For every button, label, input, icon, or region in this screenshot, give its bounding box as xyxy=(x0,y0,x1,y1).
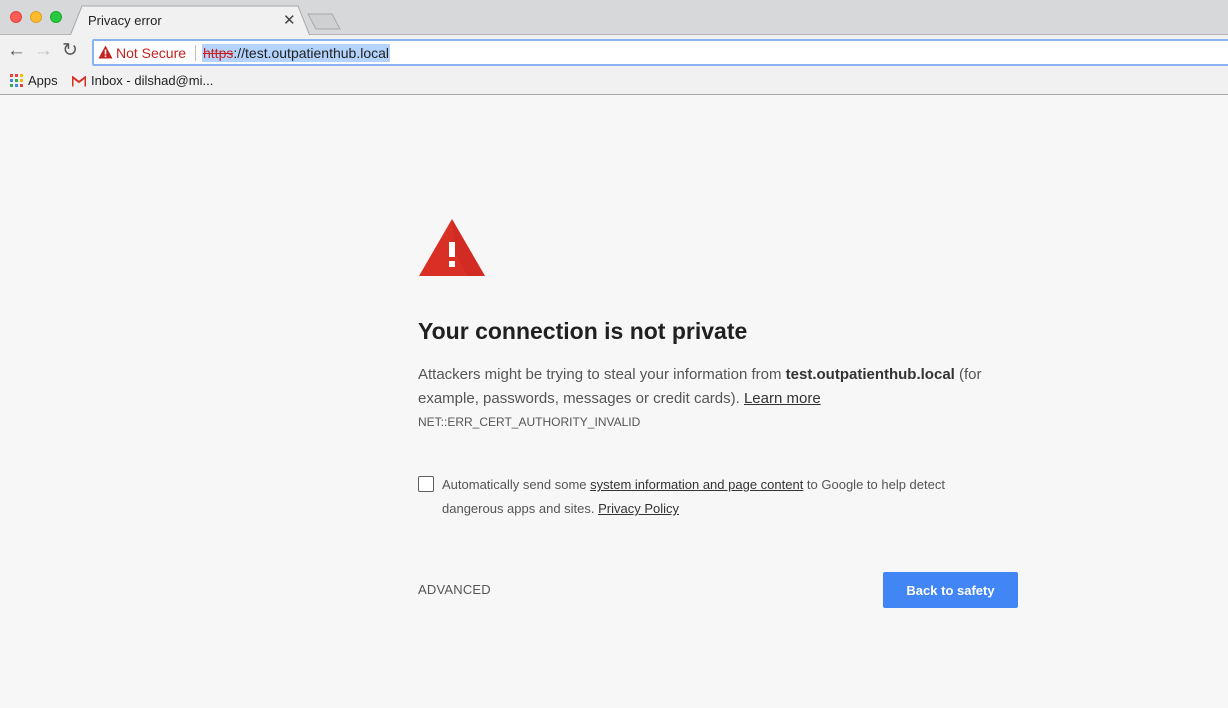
security-status[interactable]: Not Secure xyxy=(116,45,186,61)
maximize-window-button[interactable] xyxy=(50,11,62,23)
title-bar: Privacy error ✕ xyxy=(0,0,1228,36)
url-text[interactable]: https://test.outpatienthub.local xyxy=(202,44,391,62)
send-info-checkbox[interactable] xyxy=(418,476,434,492)
reload-icon[interactable]: ↻ xyxy=(62,41,78,61)
tab-title: Privacy error xyxy=(88,13,162,28)
cb-text: Automatically send some xyxy=(442,477,591,492)
divider xyxy=(195,45,196,61)
checkbox-label: Automatically send some system informati… xyxy=(442,473,1002,521)
page-title: Your connection is not private xyxy=(418,318,748,344)
error-code: NET::ERR_CERT_AUTHORITY_INVALID xyxy=(418,415,641,429)
warning-triangle-icon[interactable] xyxy=(98,45,113,59)
description: Attackers might be trying to steal your … xyxy=(418,363,1018,411)
url-scheme: https xyxy=(203,45,234,61)
bookmark-inbox[interactable]: Inbox - dilshad@mi... xyxy=(72,73,213,88)
arrow-right-icon[interactable]: → xyxy=(34,41,53,61)
tab-privacy-error[interactable]: Privacy error ✕ xyxy=(70,5,310,36)
back-to-safety-button[interactable]: Back to safety xyxy=(883,572,1018,608)
advanced-button[interactable]: ADVANCED xyxy=(418,582,491,597)
toolbar: ← → ↻ Not Secure https://test.outpatient… xyxy=(0,35,1228,69)
bookmark-apps[interactable]: Apps xyxy=(10,73,58,88)
url-host: ://test.outpatienthub.local xyxy=(233,45,390,61)
address-bar[interactable]: Not Secure https://test.outpatienthub.lo… xyxy=(92,39,1228,66)
bookmarks-bar: Apps Inbox - dilshad@mi... xyxy=(0,69,1228,95)
new-tab-button[interactable] xyxy=(307,13,343,31)
minimize-window-button[interactable] xyxy=(30,11,42,23)
close-icon[interactable]: ✕ xyxy=(283,11,296,29)
system-info-link[interactable]: system information and page content xyxy=(590,477,803,492)
arrow-left-icon[interactable]: ← xyxy=(7,41,26,61)
bookmark-label: Apps xyxy=(28,73,58,88)
desc-host: test.outpatienthub.local xyxy=(785,366,955,383)
learn-more-link[interactable]: Learn more xyxy=(744,390,821,407)
apps-grid-icon xyxy=(10,74,23,87)
warning-triangle-icon xyxy=(419,219,485,276)
privacy-policy-link[interactable]: Privacy Policy xyxy=(598,501,679,516)
bookmark-label: Inbox - dilshad@mi... xyxy=(91,73,214,88)
desc-text: Attackers might be trying to steal your … xyxy=(418,366,786,383)
close-window-button[interactable] xyxy=(10,11,22,23)
gmail-icon xyxy=(72,76,86,87)
